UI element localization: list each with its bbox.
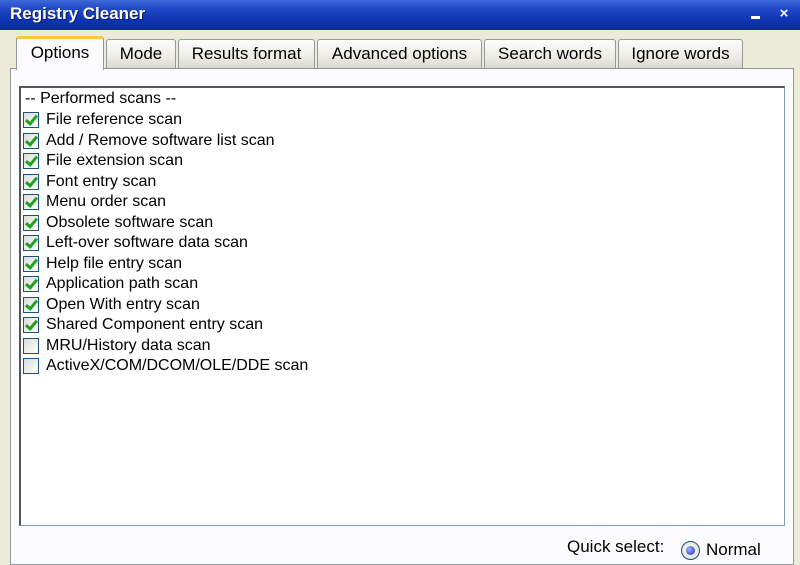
scan-list-item-label: Obsolete software scan	[46, 213, 214, 231]
options-panel: -- Performed scans -- File reference sca…	[10, 68, 794, 565]
checkbox[interactable]	[23, 194, 39, 210]
scan-list-header: -- Performed scans --	[25, 90, 177, 107]
scan-list-item[interactable]: Obsolete software scan	[23, 213, 213, 233]
scan-list-item[interactable]: Open With entry scan	[23, 295, 200, 315]
scan-list-item-label: Open With entry scan	[46, 295, 200, 313]
scan-list: -- Performed scans -- File reference sca…	[19, 86, 785, 526]
tab-ignore-words[interactable]: Ignore words	[618, 39, 743, 69]
checkbox[interactable]	[23, 358, 39, 374]
checkbox[interactable]	[23, 255, 39, 272]
close-button[interactable]: ×	[774, 4, 794, 24]
tab-mode[interactable]: Mode	[106, 39, 176, 69]
minimize-button[interactable]	[746, 4, 766, 24]
scan-list-item[interactable]: Shared Component entry scan	[23, 315, 263, 335]
radio-button[interactable]	[681, 540, 700, 560]
scan-list-item-label: Menu order scan	[46, 193, 167, 210]
quick-select-label: Quick select:	[567, 537, 665, 556]
scan-list-item-label: MRU/History data scan	[46, 336, 211, 354]
scan-list-item-label: Application path scan	[46, 275, 199, 292]
checkbox[interactable]	[23, 132, 39, 149]
scan-list-item[interactable]: Application path scan	[23, 274, 198, 294]
checkbox[interactable]	[23, 276, 39, 292]
window-title: Registry Cleaner	[10, 4, 146, 23]
scan-list-item-label: Shared Component entry scan	[46, 316, 264, 333]
scan-list-item[interactable]: File extension scan	[23, 151, 183, 171]
scan-list-item[interactable]: Left-over software data scan	[23, 233, 248, 253]
tab-search-words[interactable]: Search words	[484, 39, 616, 69]
scan-list-item-label: Help file entry scan	[46, 254, 183, 272]
checkbox[interactable]	[23, 153, 39, 169]
checkbox[interactable]	[23, 235, 39, 251]
scan-list-item-label: Left-over software data scan	[46, 234, 248, 251]
scan-list-item[interactable]: File reference scan	[23, 110, 182, 130]
scan-list-item[interactable]: MRU/History data scan	[23, 336, 211, 356]
scan-list-item-label: File reference scan	[46, 111, 183, 128]
title-bar: Registry Cleaner ×	[0, 0, 800, 30]
quick-select-option-label: Normal	[706, 540, 761, 559]
tab-strip: Options Mode Results format Advanced opt…	[0, 36, 800, 70]
checkbox[interactable]	[23, 173, 39, 190]
scan-list-item[interactable]: Menu order scan	[23, 192, 166, 212]
scan-list-item-label: Add / Remove software list scan	[46, 131, 275, 149]
scan-list-item-label: Font entry scan	[46, 172, 157, 190]
checkbox[interactable]	[23, 214, 39, 231]
checkbox[interactable]	[23, 112, 39, 128]
checkbox[interactable]	[23, 296, 39, 313]
quick-select-normal[interactable]: Normal	[681, 540, 761, 560]
scan-list-item[interactable]: Help file entry scan	[23, 254, 182, 274]
tab-options[interactable]: Options	[16, 36, 104, 70]
checkbox[interactable]	[23, 337, 39, 354]
scan-list-item[interactable]: ActiveX/COM/DCOM/OLE/DDE scan	[23, 356, 308, 376]
tab-advanced-options[interactable]: Advanced options	[317, 39, 482, 69]
scan-list-item-label: ActiveX/COM/DCOM/OLE/DDE scan	[46, 357, 309, 374]
scan-list-item[interactable]: Font entry scan	[23, 172, 156, 192]
tab-results-format[interactable]: Results format	[178, 39, 315, 69]
checkbox[interactable]	[23, 317, 39, 333]
scan-list-item[interactable]: Add / Remove software list scan	[23, 131, 275, 151]
scan-list-item-label: File extension scan	[46, 152, 183, 169]
